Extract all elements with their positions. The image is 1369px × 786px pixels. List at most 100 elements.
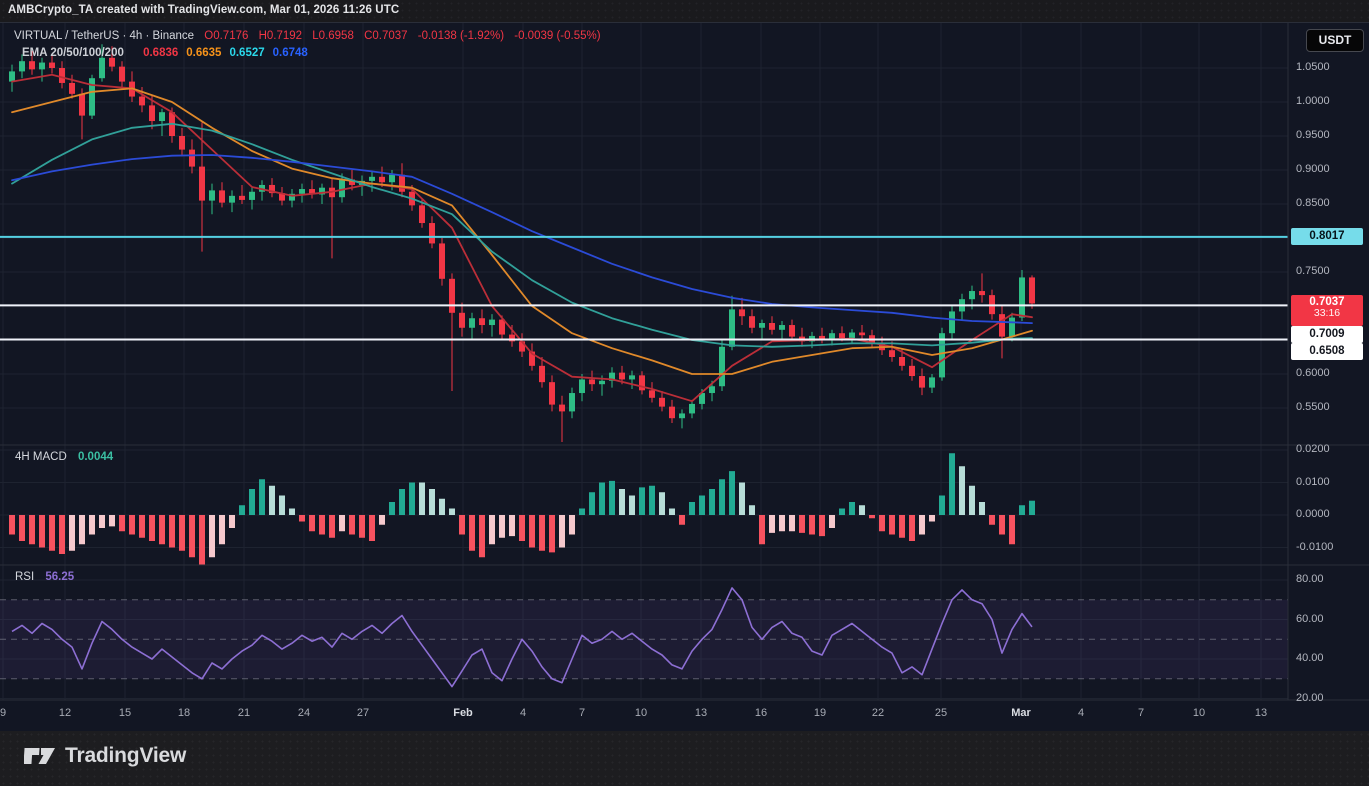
candle-down — [639, 375, 645, 391]
macd-bar — [699, 495, 705, 515]
rsi-value: 56.25 — [45, 571, 75, 583]
macd-bar — [539, 515, 545, 551]
tradingview-logo[interactable]: TradingView — [24, 743, 186, 769]
macd-bar — [439, 498, 445, 515]
candle-up — [679, 413, 685, 419]
macd-pane-legend[interactable]: 4H MACD 0.0044 — [15, 451, 113, 463]
macd-bar — [479, 515, 485, 558]
macd-bar — [909, 515, 915, 541]
macd-bar — [179, 515, 185, 551]
time-axis-label: 12 — [58, 707, 72, 719]
macd-bar — [509, 515, 515, 537]
candle-down — [739, 309, 745, 317]
ema-legend[interactable]: EMA 20/50/100/200 0.6836 0.6635 0.6527 0.67… — [14, 47, 308, 59]
candle-up — [759, 323, 765, 328]
macd-bar — [809, 515, 815, 535]
candle-down — [909, 365, 915, 377]
candle-down — [59, 68, 65, 83]
macd-bar — [259, 479, 265, 515]
macd-bar — [219, 515, 225, 545]
rsi-pane-legend[interactable]: RSI 56.25 — [15, 571, 74, 583]
candle-up — [209, 190, 215, 201]
candle-down — [49, 62, 55, 68]
time-axis-label: 25 — [934, 707, 948, 719]
candle-down — [69, 82, 75, 94]
time-axis-label: 24 — [297, 707, 311, 719]
price-axis-label: 1.0000 — [1296, 95, 1330, 107]
macd-bar — [969, 485, 975, 515]
macd-bar — [1029, 500, 1035, 515]
macd-bar — [299, 515, 305, 522]
macd-bar — [649, 485, 655, 515]
candle-up — [229, 195, 235, 203]
candle-up — [299, 189, 305, 194]
macd-bar — [749, 505, 755, 515]
candle-up — [729, 309, 735, 347]
ema-line-4 — [11, 154, 1033, 324]
rsi-axis-label: 60.00 — [1296, 612, 1324, 625]
candle-down — [549, 382, 555, 405]
level-badge-0.7009: 0.7009 — [1291, 325, 1363, 343]
macd-bar — [19, 515, 25, 541]
macd-bar — [919, 515, 925, 535]
macd-bar — [239, 505, 245, 515]
candle-up — [1009, 317, 1015, 337]
macd-bar — [349, 515, 355, 535]
currency-toggle[interactable]: USDT — [1306, 29, 1364, 52]
candle-down — [119, 66, 125, 82]
macd-bar — [889, 515, 895, 535]
change-abs-pct: -0.0138 (-1.92%) — [417, 30, 505, 42]
time-axis-label: 22 — [871, 707, 885, 719]
macd-bar — [959, 466, 965, 515]
candle-down — [179, 136, 185, 150]
symbol-title[interactable]: VIRTUAL / TetherUS — [14, 30, 119, 42]
macd-bar — [289, 508, 295, 515]
candle-up — [159, 112, 165, 122]
price-pane[interactable] — [0, 44, 1288, 442]
candle-down — [149, 105, 155, 122]
macd-bar — [949, 453, 955, 515]
candle-down — [999, 314, 1005, 337]
symbol-legend[interactable]: VIRTUAL / TetherUS · 4h · Binance O0.717… — [14, 30, 601, 42]
macd-bar — [399, 489, 405, 515]
candle-up — [19, 61, 25, 72]
candle-up — [469, 318, 475, 328]
macd-bar — [519, 515, 525, 541]
ohlc-high: H0.7192 — [258, 30, 303, 42]
ema-line-2 — [11, 87, 1033, 375]
macd-bar — [769, 515, 775, 533]
candle-down — [539, 365, 545, 383]
time-axis-month-label: Mar — [1011, 707, 1031, 719]
macd-bar — [209, 515, 215, 558]
candle-down — [419, 205, 425, 224]
time-axis-label: 13 — [1254, 707, 1268, 719]
macd-bar — [899, 515, 905, 538]
macd-bar — [9, 515, 15, 535]
level-badge-0.6508: 0.6508 — [1291, 343, 1363, 360]
candle-up — [579, 379, 585, 394]
chart-canvas[interactable] — [0, 22, 1369, 731]
macd-bar — [759, 515, 765, 545]
time-axis-label: 15 — [118, 707, 132, 719]
price-axis-label: 0.9000 — [1296, 163, 1330, 175]
macd-pane[interactable] — [9, 453, 1035, 567]
macd-label: 4H MACD — [15, 451, 67, 463]
macd-bar — [819, 515, 825, 537]
macd-bar — [779, 515, 785, 532]
macd-bar — [389, 502, 395, 515]
rsi-pane[interactable] — [0, 587, 1288, 688]
candle-down — [219, 190, 225, 203]
macd-bar — [29, 515, 35, 545]
time-axis-label: 9 — [0, 707, 7, 719]
time-axis-label: 10 — [634, 707, 648, 719]
macd-bar — [999, 515, 1005, 535]
macd-bar — [1019, 505, 1025, 515]
macd-bar — [869, 515, 875, 519]
macd-bar — [659, 492, 665, 515]
candle-down — [749, 316, 755, 328]
ema-legend-values: 0.6836 0.6635 0.6527 0.6748 — [135, 47, 308, 59]
macd-bar — [129, 515, 135, 535]
candle-up — [389, 174, 395, 183]
time-axis-label: 16 — [754, 707, 768, 719]
candle-down — [889, 350, 895, 357]
